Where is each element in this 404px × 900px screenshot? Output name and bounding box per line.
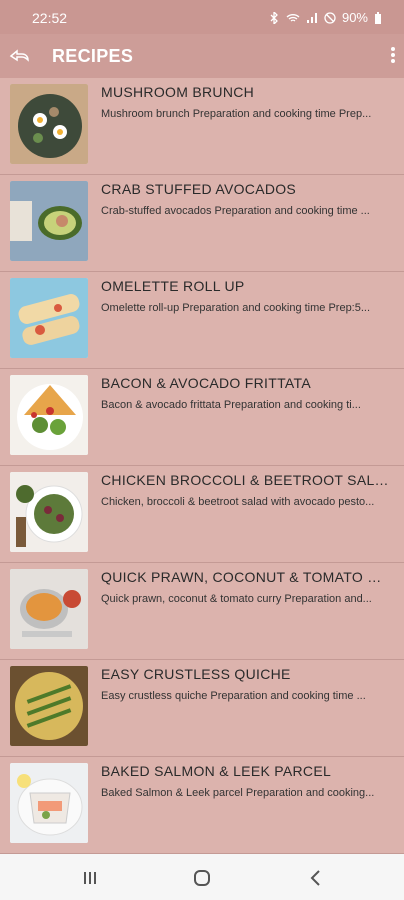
signal-icon xyxy=(306,12,317,23)
recipe-thumbnail xyxy=(10,375,88,455)
list-item[interactable]: BACON & AVOCADO FRITTATA Bacon & avocado… xyxy=(0,369,404,466)
list-item[interactable]: BAKED SALMON & LEEK PARCEL Baked Salmon … xyxy=(0,757,404,854)
nav-back-icon[interactable] xyxy=(304,866,328,890)
list-item[interactable]: CRAB STUFFED AVOCADOS Crab-stuffed avoca… xyxy=(0,175,404,272)
recipe-thumbnail xyxy=(10,84,88,164)
recipe-title: OMELETTE ROLL UP xyxy=(101,278,245,294)
recipe-description: Bacon & avocado frittata Preparation and… xyxy=(101,399,361,411)
recipe-thumbnail xyxy=(10,763,88,843)
recipe-title: CHICKEN BROCCOLI & BEETROOT SALAD xyxy=(101,472,391,488)
bluetooth-icon xyxy=(270,11,278,24)
recipe-thumbnail xyxy=(10,278,88,358)
list-item[interactable]: EASY CRUSTLESS QUICHE Easy crustless qui… xyxy=(0,660,404,757)
wifi-icon xyxy=(286,13,300,22)
page-title: RECIPES xyxy=(52,46,134,66)
recipe-description: Crab-stuffed avocados Preparation and co… xyxy=(101,205,370,217)
recents-icon[interactable] xyxy=(78,866,102,890)
battery-percent: 90% xyxy=(341,10,368,25)
list-item[interactable]: MUSHROOM BRUNCH Mushroom brunch Preparat… xyxy=(0,78,404,175)
recipe-description: Quick prawn, coconut & tomato curry Prep… xyxy=(101,593,372,605)
recipe-description: Mushroom brunch Preparation and cooking … xyxy=(101,108,372,120)
back-arrow-icon[interactable] xyxy=(8,45,30,67)
recipe-title: BAKED SALMON & LEEK PARCEL xyxy=(101,763,332,779)
battery-icon xyxy=(375,11,381,24)
status-time: 22:52 xyxy=(32,10,68,26)
home-icon[interactable] xyxy=(190,866,214,890)
recipe-thumbnail xyxy=(10,569,88,649)
recipe-thumbnail xyxy=(10,472,88,552)
do-not-disturb-icon xyxy=(324,11,336,24)
recipe-title: CRAB STUFFED AVOCADOS xyxy=(101,181,297,197)
recipe-title: QUICK PRAWN, COCONUT & TOMATO CUR... xyxy=(101,569,391,585)
more-vert-icon[interactable] xyxy=(390,46,396,64)
list-item[interactable]: QUICK PRAWN, COCONUT & TOMATO CUR... Qui… xyxy=(0,563,404,660)
app-bar: RECIPES xyxy=(0,34,404,78)
recipe-description: Chicken, broccoli & beetroot salad with … xyxy=(101,496,375,508)
recipe-description: Omelette roll-up Preparation and cooking… xyxy=(101,302,371,314)
recipe-list: MUSHROOM BRUNCH Mushroom brunch Preparat… xyxy=(0,78,404,854)
system-nav-bar xyxy=(0,854,404,900)
recipe-title: MUSHROOM BRUNCH xyxy=(101,84,255,100)
recipe-thumbnail xyxy=(10,181,88,261)
status-icons: 90% xyxy=(268,10,382,25)
recipe-title: EASY CRUSTLESS QUICHE xyxy=(101,666,291,682)
list-item[interactable]: CHICKEN BROCCOLI & BEETROOT SALAD Chicke… xyxy=(0,466,404,563)
status-bar: 22:52 90% xyxy=(0,0,404,34)
recipe-description: Baked Salmon & Leek parcel Preparation a… xyxy=(101,787,375,799)
recipe-thumbnail xyxy=(10,666,88,746)
recipe-title: BACON & AVOCADO FRITTATA xyxy=(101,375,311,391)
list-item[interactable]: OMELETTE ROLL UP Omelette roll-up Prepar… xyxy=(0,272,404,369)
recipe-description: Easy crustless quiche Preparation and co… xyxy=(101,690,366,702)
